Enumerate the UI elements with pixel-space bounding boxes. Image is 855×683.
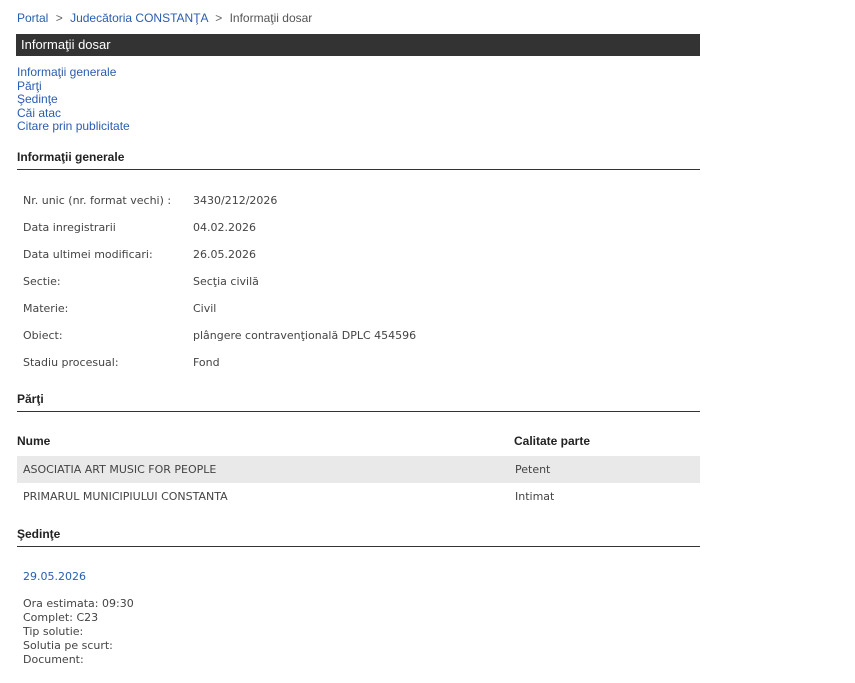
info-row: Sectie: Secţia civilă [23,275,259,288]
toc-links: Informaţii generale Părţi Şedinţe Căi at… [17,65,130,134]
info-value: 26.05.2026 [193,248,256,261]
table-row: ASOCIATIA ART MUSIC FOR PEOPLE Petent [17,456,700,483]
page-title: Informaţii dosar [21,37,111,52]
section-heading-general: Informaţii generale [17,150,700,170]
parties-col-name: Nume [17,434,51,448]
section-heading-hearings: Şedinţe [17,527,700,547]
toc-link-public-summons[interactable]: Citare prin publicitate [17,119,130,133]
toc-link-parties[interactable]: Părţi [17,79,42,93]
toc-link-general[interactable]: Informaţii generale [17,65,116,79]
page-title-bar: Informaţii dosar [16,34,700,56]
info-row: Obiect: plângere contravenţională DPLC 4… [23,329,416,342]
info-label: Obiect: [23,329,63,342]
hearing-detail: Solutia pe scurt: [23,639,113,652]
info-row: Data ultimei modificari: 26.05.2026 [23,248,256,261]
info-value: plângere contravenţională DPLC 454596 [193,329,417,342]
info-label: Data inregistrarii [23,221,116,234]
hearing-detail: Ora estimata: 09:30 [23,597,134,610]
breadcrumb-separator: > [215,11,223,25]
breadcrumb-court-link[interactable]: Judecătoria CONSTANŢA [70,11,208,25]
breadcrumb-separator: > [55,11,63,25]
breadcrumb-current: Informaţii dosar [229,11,313,25]
info-label: Data ultimei modificari: [23,248,153,261]
breadcrumb-portal-link[interactable]: Portal [17,11,48,25]
parties-col-role: Calitate parte [514,434,591,448]
breadcrumb: Portal > Judecătoria CONSTANŢA > Informa… [17,11,312,25]
info-value: Fond [193,356,220,369]
info-label: Stadiu procesual: [23,356,119,369]
info-value: Secţia civilă [193,275,259,288]
info-value: Civil [193,302,217,315]
info-value: 3430/212/2026 [193,194,278,207]
info-label: Materie: [23,302,69,315]
table-row: PRIMARUL MUNICIPIULUI CONSTANTA Intimat [17,483,700,510]
toc-link-hearings[interactable]: Şedinţe [17,92,58,106]
section-heading-parties: Părţi [17,392,700,412]
info-row: Data inregistrarii 04.02.2026 [23,221,256,234]
info-row: Materie: Civil [23,302,216,315]
party-role: Intimat [515,490,555,503]
party-name: ASOCIATIA ART MUSIC FOR PEOPLE [23,463,217,476]
info-value: 04.02.2026 [193,221,256,234]
info-row: Stadiu procesual: Fond [23,356,220,369]
party-role: Petent [515,463,551,476]
hearing-detail: Document: [23,653,84,666]
hearing-date: 29.05.2026 [23,570,86,583]
info-label: Sectie: [23,275,61,288]
party-name: PRIMARUL MUNICIPIULUI CONSTANTA [23,490,228,503]
hearing-detail: Complet: C23 [23,611,99,624]
info-label: Nr. unic (nr. format vechi) : [23,194,172,207]
hearing-detail: Tip solutie: [23,625,84,638]
toc-link-appeals[interactable]: Căi atac [17,106,61,120]
info-row: Nr. unic (nr. format vechi) : 3430/212/2… [23,194,277,207]
